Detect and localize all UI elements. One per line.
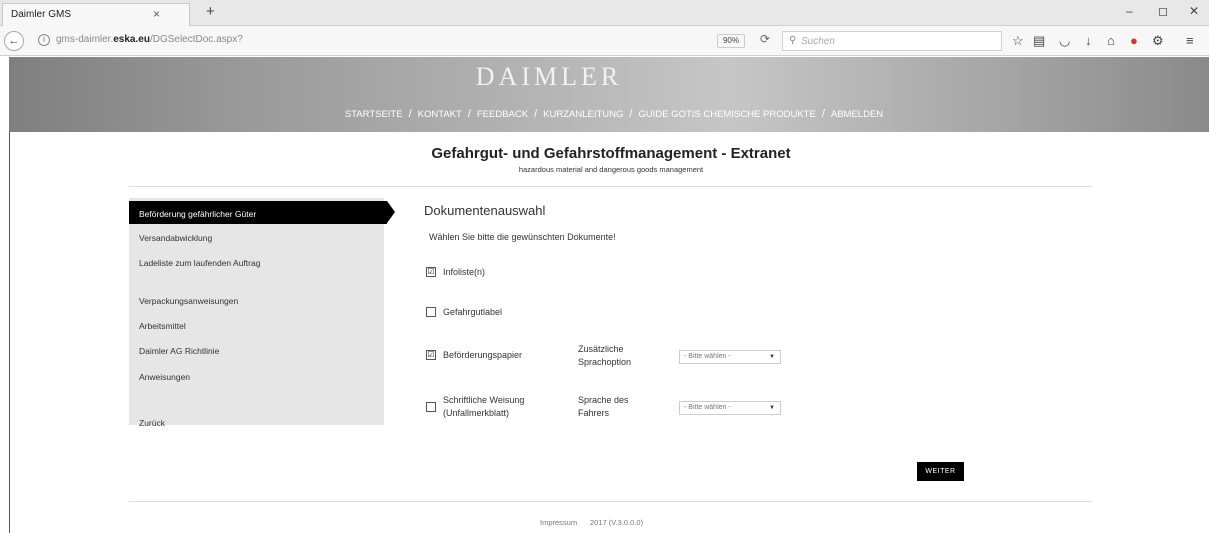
pocket-icon[interactable]: ◡ [1059,33,1070,49]
sidebar: Beförderung gefährlicher Güter Versandab… [129,198,395,428]
page-title: Gefahrgut- und Gefahrstoffmanagement - E… [431,145,791,162]
back-arrow-icon[interactable]: ← [4,31,24,51]
download-icon[interactable]: ↓ [1085,33,1092,48]
nav-startseite[interactable]: STARTSEITE [345,109,403,120]
url-path: /DGSelectDoc.aspx? [149,34,243,45]
sidebar-item-label: Beförderung gefährlicher Güter [139,209,257,219]
nav-separator: / [408,108,412,120]
bookmark-star-icon[interactable]: ☆ [1012,33,1024,49]
brand-logo[interactable]: DAIMLER [9,62,1089,92]
weiter-button[interactable]: WEITER [917,462,964,481]
nav-separator: / [534,108,538,120]
instruction-text: Wählen Sie bitte die gewünschten Dokumen… [429,232,616,242]
nav-feedback[interactable]: FEEDBACK [477,109,528,120]
close-window-icon[interactable]: ✕ [1189,4,1199,18]
nav-guide-gotis[interactable]: GUIDE GOTIS CHEMISCHE PRODUKTE [638,109,815,120]
site-header: DAIMLER STARTSEITE / KONTAKT / FEEDBACK / KURZ… [9,57,1209,132]
select-value: - Bitte wählen - [684,404,731,411]
version-text: 2017 (V.3.0.0.0) [590,518,644,527]
sidebar-item-verpackungsanweisungen[interactable]: Verpackungsanweisungen [139,296,238,306]
url-host: eska.eu [113,34,150,45]
nav-separator: / [821,108,825,120]
impressum-link[interactable]: Impressum [540,518,577,527]
search-placeholder: Suchen [801,36,835,47]
adblock-icon[interactable]: ● [1130,33,1138,48]
checkbox-schriftliche-weisung[interactable] [426,402,436,412]
home-icon[interactable]: ⌂ [1107,33,1115,48]
browser-search-input[interactable]: ⚲ Suchen [782,31,1002,51]
footer-divider [129,501,1092,502]
nav-abmelden[interactable]: ABMELDEN [831,109,883,120]
sidebar-item-anweisungen[interactable]: Anweisungen [139,372,190,382]
sidebar-item-befoerderung[interactable]: Beförderung gefährlicher Güter [129,201,387,224]
reading-list-icon[interactable]: ▤ [1033,33,1045,49]
page-subtitle: hazardous material and dangerous goods m… [518,165,704,174]
sidebar-item-zurueck[interactable]: Zurück [139,418,165,428]
sidebar-item-richtlinie[interactable]: Daimler AG Richtlinie [139,346,219,356]
label-sprache-des-fahrers: Sprache des Fahrers [578,395,629,418]
browser-tabbar: Daimler GMS × + – ◻ ✕ [0,0,1209,26]
select-sprachoption[interactable]: - Bitte wählen - ▼ [679,350,781,364]
active-item-arrow [387,201,395,223]
checkbox-infoliste[interactable]: ☑ [426,267,436,277]
restore-icon[interactable]: ◻ [1158,4,1168,18]
sidebar-item-versandabwicklung[interactable]: Versandabwicklung [139,233,212,243]
top-navigation: STARTSEITE / KONTAKT / FEEDBACK / KURZANLEITUN… [9,108,1209,120]
chevron-down-icon: ▼ [769,405,775,411]
tab-close-icon[interactable]: × [153,7,160,21]
checkbox-gefahrgutlabel[interactable] [426,307,436,317]
divider [129,186,1092,187]
label-schriftliche-weisung: Schriftliche Weisung (Unfallmerkblatt) [443,395,525,418]
label-gefahrgutlabel: Gefahrgutlabel [443,307,503,317]
nav-kontakt[interactable]: KONTAKT [418,109,462,120]
new-tab-icon[interactable]: + [206,3,215,20]
browser-tab[interactable]: Daimler GMS × [2,3,190,26]
checkbox-befoerderungspapier[interactable]: ☑ [426,350,436,360]
select-sprache-fahrer[interactable]: - Bitte wählen - ▼ [679,401,781,415]
label-infoliste: Infoliste(n) [443,267,486,277]
label-befoerderungspapier: Beförderungspapier [443,350,523,360]
minimize-icon[interactable]: – [1126,4,1133,18]
sidebar-item-arbeitsmittel[interactable]: Arbeitsmittel [139,321,186,331]
search-icon: ⚲ [789,35,797,46]
reload-icon[interactable]: ⟳ [760,32,770,46]
section-heading: Dokumentenauswahl [424,203,546,218]
label-zusaetzliche-sprachoption: Zusätzliche Sprachoption [578,344,632,367]
browser-navbar: ← i gms-daimler.eska.eu/DGSelectDoc.aspx… [0,26,1209,56]
chevron-down-icon: ▼ [769,354,775,360]
address-bar[interactable]: gms-daimler.eska.eu/DGSelectDoc.aspx? [56,34,243,45]
nav-separator: / [467,108,471,120]
sidebar-item-ladeliste[interactable]: Ladeliste zum laufenden Auftrag [139,258,260,268]
nav-separator: / [629,108,633,120]
extension-icon[interactable]: ⚙ [1152,33,1164,49]
window-left-border [9,132,10,533]
nav-kurzanleitung[interactable]: KURZANLEITUNG [543,109,623,120]
site-info-icon[interactable]: i [38,34,50,46]
url-prefix: gms-daimler. [56,34,114,45]
menu-icon[interactable]: ≡ [1186,33,1194,48]
zoom-level[interactable]: 90% [717,34,745,48]
tab-title: Daimler GMS [11,9,72,20]
select-value: - Bitte wählen - [684,353,731,360]
